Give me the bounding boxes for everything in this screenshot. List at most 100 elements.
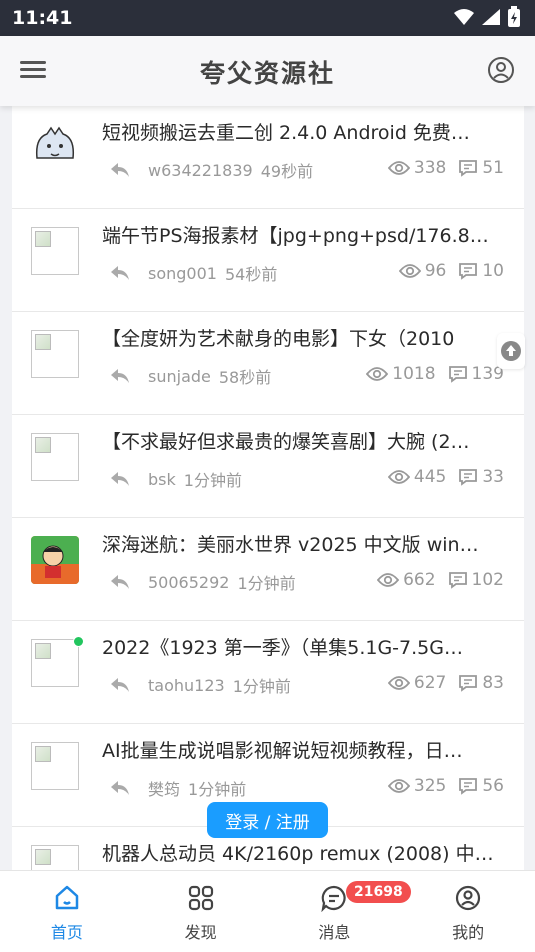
view-count: 445: [413, 467, 447, 487]
view-count: 1018: [392, 364, 436, 384]
post-list: 短视频搬运去重二创 2.4.0 Android 免费… w634221839 4…: [12, 106, 524, 870]
comment-count: 102: [471, 570, 504, 590]
comment-icon: [459, 160, 478, 177]
eye-icon: [387, 779, 410, 793]
tab-label: 消息: [318, 923, 351, 942]
post-time: 49秒前: [260, 162, 314, 181]
post-title[interactable]: 【全度妍为艺术献身的电影】下女（2010: [102, 324, 507, 351]
reply-icon: [111, 163, 129, 177]
app-header: 夸父资源社: [0, 36, 535, 106]
comment-icon: [459, 469, 478, 486]
post-meta: taohu123 1分钟前: [110, 673, 291, 697]
reply-icon: [111, 472, 129, 486]
view-count: 338: [413, 158, 447, 178]
signal-icon: [482, 9, 500, 25]
login-register-button[interactable]: 登录 / 注册: [207, 802, 328, 838]
comment-count: 51: [482, 158, 504, 178]
post-time: 1分钟前: [188, 780, 247, 799]
post-author[interactable]: song001: [148, 264, 217, 283]
reply-icon: [111, 369, 129, 383]
message-icon: [321, 885, 346, 912]
post-thumbnail[interactable]: [31, 742, 79, 790]
battery-icon: [508, 6, 520, 27]
post-thumbnail[interactable]: [31, 433, 79, 481]
post-meta: 樊筠 1分钟前: [110, 776, 246, 800]
post-title[interactable]: AI批量生成说唱影视解说短视频教程，日…: [102, 736, 507, 763]
post-stats: 338 51: [387, 158, 504, 178]
eye-icon: [377, 573, 400, 587]
post-row[interactable]: 【全度妍为艺术献身的电影】下女（2010 sunjade 58秒前 1018 1…: [12, 312, 524, 415]
post-meta: sunjade 58秒前: [110, 364, 271, 388]
grid-icon: [188, 885, 213, 911]
reply-icon: [111, 678, 129, 692]
post-stats: 627 83: [387, 673, 504, 693]
eye-icon: [387, 161, 410, 175]
status-bar: 11:41: [0, 0, 535, 36]
wifi-icon: [454, 9, 474, 25]
post-stats: 325 56: [387, 776, 504, 796]
post-stats: 96 10: [398, 261, 504, 281]
comment-icon: [448, 366, 467, 383]
post-thumbnail[interactable]: [31, 227, 79, 275]
post-stats: 1018 139: [366, 364, 504, 384]
site-logo[interactable]: 夸父资源社: [0, 54, 535, 90]
post-thumbnail[interactable]: [31, 330, 79, 378]
tab-home[interactable]: 首页: [0, 871, 134, 952]
view-count: 325: [413, 776, 447, 796]
post-stats: 445 33: [387, 467, 504, 487]
view-count: 627: [413, 673, 447, 693]
post-author[interactable]: bsk: [148, 470, 176, 489]
post-author[interactable]: 50065292: [148, 573, 229, 592]
scroll-top-button[interactable]: [497, 333, 525, 369]
post-author[interactable]: w634221839: [148, 161, 253, 180]
user-avatar-icon[interactable]: [487, 56, 515, 84]
post-author[interactable]: taohu123: [148, 676, 225, 695]
reply-icon: [111, 781, 129, 795]
post-thumbnail[interactable]: [31, 536, 79, 584]
comment-icon: [459, 263, 478, 280]
profile-icon: [456, 885, 481, 911]
post-row[interactable]: 短视频搬运去重二创 2.4.0 Android 免费… w634221839 4…: [12, 106, 524, 209]
tab-label: 我的: [452, 923, 485, 942]
status-time: 11:41: [12, 7, 73, 29]
eye-icon: [387, 470, 410, 484]
post-title[interactable]: 2022《1923 第一季》（单集5.1G-7.5G…: [102, 633, 507, 660]
post-row[interactable]: 深海迷航：美丽水世界 v2025 中文版 win… 50065292 1分钟前 …: [12, 518, 524, 621]
post-thumbnail[interactable]: [31, 639, 79, 687]
post-meta: w634221839 49秒前: [110, 158, 313, 182]
tab-discover[interactable]: 发现: [134, 871, 268, 952]
post-title[interactable]: 端午节PS海报素材【jpg+png+psd/176.8…: [102, 221, 507, 248]
post-time: 1分钟前: [232, 677, 291, 696]
comment-count: 10: [482, 261, 504, 281]
home-icon: [55, 885, 79, 910]
post-row[interactable]: 端午节PS海报素材【jpg+png+psd/176.8… song001 54秒…: [12, 209, 524, 312]
message-count-badge: 21698: [346, 881, 411, 903]
comment-count: 83: [482, 673, 504, 693]
reply-icon: [111, 575, 129, 589]
post-meta: song001 54秒前: [110, 261, 277, 285]
post-title[interactable]: 机器人总动员 4K/2160p remux (2008) 中…: [102, 839, 507, 866]
comment-count: 56: [482, 776, 504, 796]
post-row[interactable]: 2022《1923 第一季》（单集5.1G-7.5G… taohu123 1分钟…: [12, 621, 524, 724]
online-status-dot: [73, 636, 84, 647]
eye-icon: [398, 264, 421, 278]
eye-icon: [366, 367, 389, 381]
post-row[interactable]: 【不求最好但求最贵的爆笑喜剧】大腕 (2… bsk 1分钟前 445 33: [12, 415, 524, 518]
post-title[interactable]: 【不求最好但求最贵的爆笑喜剧】大腕 (2…: [102, 427, 507, 454]
post-thumbnail[interactable]: [31, 124, 79, 172]
reply-icon: [111, 266, 129, 280]
comment-icon: [448, 572, 467, 589]
post-time: 1分钟前: [183, 471, 242, 490]
post-author[interactable]: sunjade: [148, 367, 211, 386]
post-title[interactable]: 短视频搬运去重二创 2.4.0 Android 免费…: [102, 118, 507, 145]
post-author[interactable]: 樊筠: [148, 776, 180, 800]
post-thumbnail[interactable]: [31, 845, 79, 870]
tab-profile[interactable]: 我的: [401, 871, 535, 952]
post-meta: bsk 1分钟前: [110, 467, 242, 491]
arrow-up-icon: [501, 341, 521, 361]
comment-icon: [459, 778, 478, 795]
cartoon-avatar-icon: [31, 536, 79, 584]
comment-count: 33: [482, 467, 504, 487]
bottom-tab-bar: 首页 发现 消息 我的: [0, 870, 535, 952]
post-title[interactable]: 深海迷航：美丽水世界 v2025 中文版 win…: [102, 530, 507, 557]
